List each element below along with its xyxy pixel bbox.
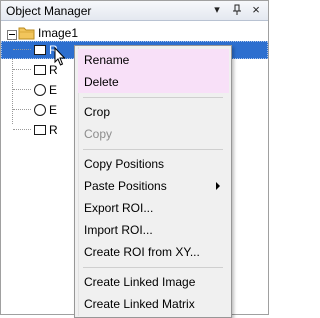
tree-branch xyxy=(13,109,31,110)
menu-separator xyxy=(83,267,223,268)
rectangle-icon xyxy=(34,125,46,135)
menu-item-crop[interactable]: Crop xyxy=(78,101,229,123)
menu-item-delete[interactable]: Delete xyxy=(78,71,229,93)
pin-icon[interactable] xyxy=(230,3,244,17)
menu-separator xyxy=(83,97,223,98)
context-menu: Rename Delete Crop Copy Copy Positions P… xyxy=(74,45,232,318)
folder-icon xyxy=(18,26,36,40)
close-icon[interactable]: × xyxy=(249,3,263,17)
submenu-arrow-icon xyxy=(216,182,220,190)
ellipse-icon xyxy=(34,104,46,116)
menu-item-rename[interactable]: Rename xyxy=(78,49,229,71)
menu-item-paste-positions[interactable]: Paste Positions xyxy=(78,175,229,197)
rectangle-icon xyxy=(34,45,46,55)
rectangle-icon xyxy=(34,65,46,75)
tree-branch xyxy=(13,69,31,70)
tree-branch xyxy=(13,129,31,130)
mouse-cursor-icon xyxy=(54,47,66,66)
tree-branch xyxy=(13,89,31,90)
ellipse-icon xyxy=(34,84,46,96)
tree-branch xyxy=(13,49,31,50)
menu-item-create-linked-matrix[interactable]: Create Linked Matrix xyxy=(78,293,229,315)
title-bar: Object Manager ▾ × xyxy=(1,1,268,21)
menu-item-label: Paste Positions xyxy=(84,179,167,193)
tree-root-label[interactable]: Image1 xyxy=(38,26,78,40)
menu-separator xyxy=(83,149,223,150)
tree-item-label: E xyxy=(49,83,58,97)
menu-item-copy: Copy xyxy=(84,127,113,141)
chevron-down-icon[interactable]: ▾ xyxy=(210,3,224,17)
menu-item-create-roi-from-xy[interactable]: Create ROI from XY... xyxy=(78,241,229,263)
tree-item-label: R xyxy=(49,123,58,137)
panel-title: Object Manager xyxy=(6,4,92,18)
menu-item-create-linked-image[interactable]: Create Linked Image xyxy=(78,271,229,293)
menu-item-copy-positions[interactable]: Copy Positions xyxy=(78,153,229,175)
menu-item-import-roi[interactable]: Import ROI... xyxy=(78,219,229,241)
menu-item-export-roi[interactable]: Export ROI... xyxy=(78,197,229,219)
tree-item-label: E xyxy=(49,103,58,117)
pin-icon-graphic xyxy=(233,4,241,15)
